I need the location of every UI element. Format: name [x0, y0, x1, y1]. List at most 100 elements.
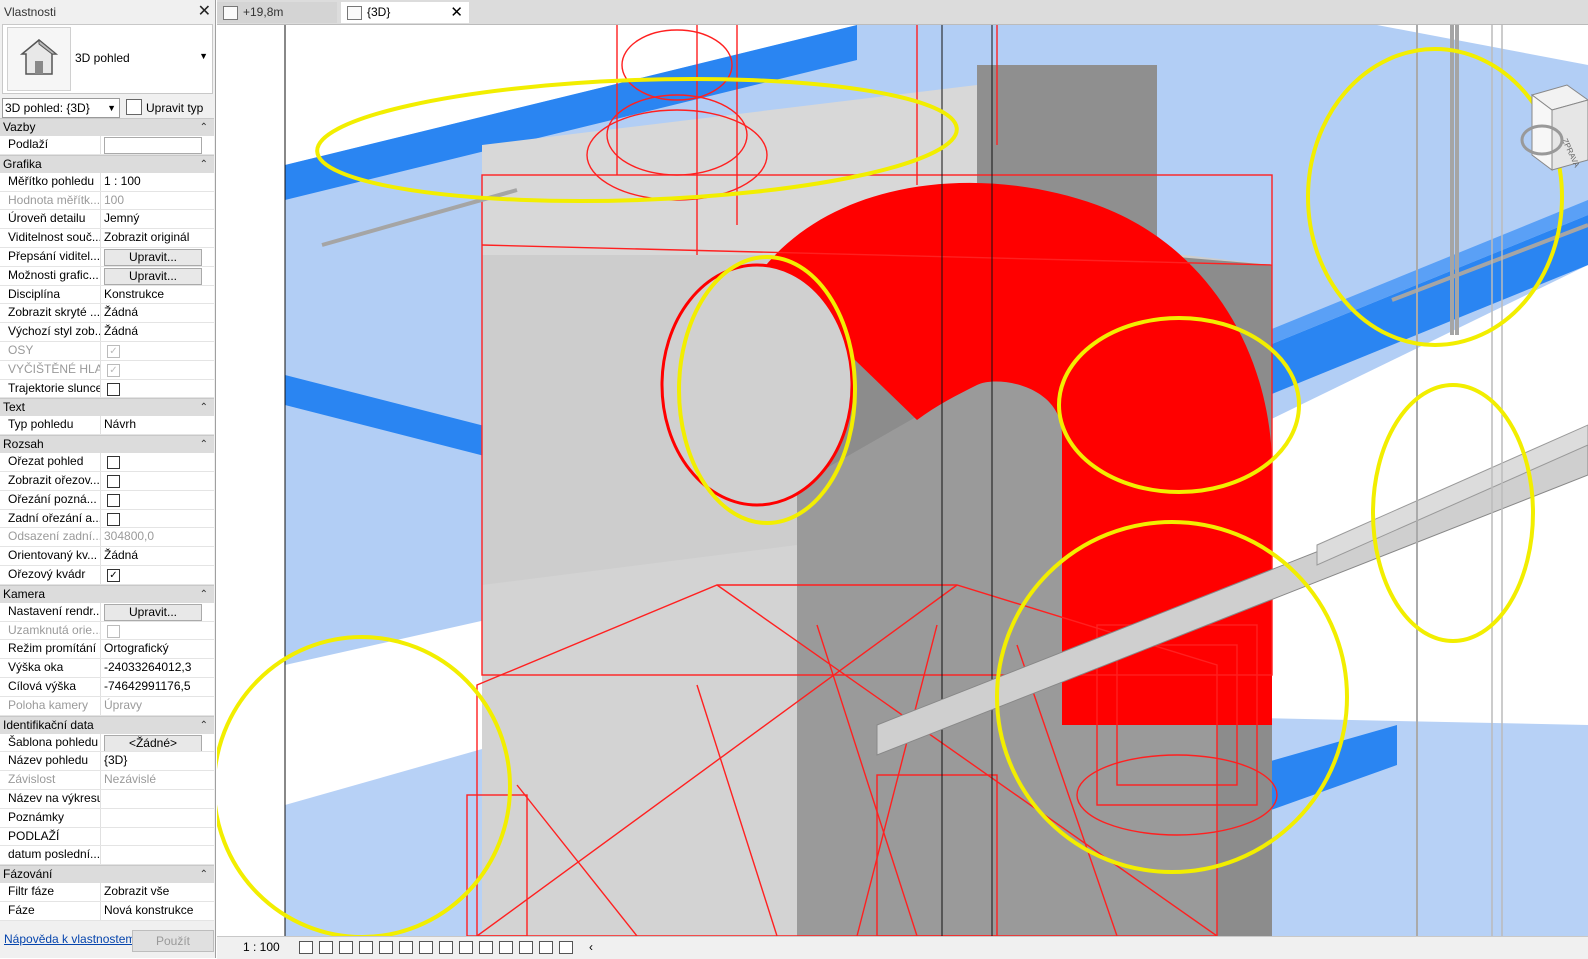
- section-header[interactable]: Grafika ⌃: [0, 154, 214, 173]
- property-name: Odsazení zadní...: [0, 528, 101, 547]
- section-header[interactable]: Text ⌃: [0, 398, 214, 417]
- property-name: Uzamknutá orie...: [0, 621, 101, 640]
- close-icon[interactable]: ✕: [450, 2, 463, 23]
- analytical-model-icon[interactable]: [539, 941, 553, 954]
- property-value[interactable]: Žádná: [101, 547, 214, 565]
- section-name: Rozsah: [3, 437, 44, 452]
- property-value[interactable]: [101, 453, 214, 471]
- checkbox[interactable]: [107, 493, 120, 507]
- property-value[interactable]: {3D}: [101, 752, 214, 770]
- property-name: Trajektorie slunce: [0, 379, 101, 398]
- checkbox[interactable]: [107, 474, 120, 488]
- property-value[interactable]: -74642991176,5: [101, 678, 214, 696]
- property-name: Ořezat pohled: [0, 453, 101, 471]
- collapse-icon: ⌃: [199, 869, 208, 881]
- property-value[interactable]: Zobrazit vše: [101, 883, 214, 901]
- text-field[interactable]: [104, 137, 202, 154]
- property-name: Cílová výška: [0, 677, 101, 696]
- property-row: Zobrazit ořezov...: [0, 471, 214, 491]
- help-link[interactable]: Nápověda k vlastnostem: [4, 932, 135, 946]
- property-value[interactable]: Žádná: [101, 323, 214, 341]
- view-scale[interactable]: 1 : 100: [243, 940, 280, 954]
- tab-3d-view[interactable]: {3D} ✕: [341, 2, 469, 23]
- property-row: Šablona pohledu <Žádné>: [0, 733, 214, 753]
- collapse-icon: ⌃: [199, 439, 208, 451]
- worksharing-icon[interactable]: [499, 941, 513, 954]
- property-value[interactable]: Jemný: [101, 210, 214, 228]
- property-value[interactable]: [101, 380, 214, 398]
- property-value[interactable]: 1 : 100: [101, 173, 214, 191]
- property-value[interactable]: Žádná: [101, 304, 214, 322]
- property-value[interactable]: [101, 491, 214, 509]
- apply-button[interactable]: Použít: [132, 930, 214, 952]
- property-value[interactable]: Upravit...: [101, 603, 214, 621]
- checkbox[interactable]: [107, 382, 120, 396]
- tab-floor-plan[interactable]: +19,8m: [217, 2, 337, 23]
- property-row: Název na výkresu: [0, 789, 214, 809]
- property-value[interactable]: Zobrazit originál: [101, 229, 214, 247]
- section-header[interactable]: Rozsah ⌃: [0, 435, 214, 454]
- section-header[interactable]: Fázování ⌃: [0, 865, 214, 884]
- property-value[interactable]: Konstrukce: [101, 286, 214, 304]
- view-control-bar: 1 : 100 ‹: [217, 936, 1588, 959]
- property-row: VYČIŠTĚNÉ HLA... ✓: [0, 360, 214, 380]
- close-icon[interactable]: ✕: [198, 0, 211, 24]
- property-value[interactable]: Ortografický: [101, 640, 214, 658]
- checkbox[interactable]: [107, 512, 120, 526]
- detail-level-icon[interactable]: [299, 941, 313, 954]
- edit-button[interactable]: Upravit...: [104, 248, 202, 266]
- reveal-hidden-icon[interactable]: [479, 941, 493, 954]
- property-value[interactable]: -24033264012,3: [101, 659, 214, 677]
- property-value[interactable]: [101, 136, 214, 154]
- property-name: Poloha kamery: [0, 696, 101, 715]
- checkbox[interactable]: [107, 456, 120, 470]
- edit-button[interactable]: Upravit...: [104, 603, 202, 621]
- property-value[interactable]: ✓: [101, 566, 214, 584]
- chevron-left-icon[interactable]: ‹: [589, 940, 593, 954]
- shadows-icon[interactable]: [359, 941, 373, 954]
- section-header[interactable]: Vazby ⌃: [0, 118, 214, 136]
- edit-button[interactable]: Upravit...: [104, 267, 202, 285]
- crop-view-icon[interactable]: [399, 941, 413, 954]
- property-value[interactable]: Nová konstrukce: [101, 902, 214, 920]
- property-row: Ořezový kvádr ✓: [0, 565, 214, 585]
- cable-tray-2: [1316, 424, 1588, 566]
- view-instance-select[interactable]: 3D pohled: {3D} ▼: [2, 98, 120, 118]
- property-row: Cílová výška -74642991176,5: [0, 677, 214, 697]
- property-value[interactable]: <Žádné>: [101, 734, 214, 752]
- lock-view-icon[interactable]: [439, 941, 453, 954]
- section-header[interactable]: Kamera ⌃: [0, 584, 214, 603]
- property-value[interactable]: Návrh: [101, 416, 214, 434]
- edit-type-button[interactable]: Upravit typ: [126, 98, 203, 118]
- property-value[interactable]: [101, 790, 214, 808]
- property-name: Možnosti grafic...: [0, 266, 101, 285]
- property-value[interactable]: [101, 846, 214, 864]
- property-value[interactable]: [101, 510, 214, 528]
- visual-style-icon[interactable]: [319, 941, 333, 954]
- show-crop-icon[interactable]: [419, 941, 433, 954]
- property-value[interactable]: Upravit...: [101, 267, 214, 285]
- property-value[interactable]: Upravit...: [101, 248, 214, 266]
- edit-button[interactable]: <Žádné>: [104, 734, 202, 752]
- property-name: OSY: [0, 341, 101, 360]
- highlight-displacement-icon[interactable]: [559, 941, 573, 954]
- property-value[interactable]: [101, 828, 214, 846]
- chevron-down-icon[interactable]: ▼: [199, 51, 208, 61]
- render-icon[interactable]: [379, 941, 393, 954]
- sun-path-icon[interactable]: [339, 941, 353, 954]
- checkbox[interactable]: ✓: [107, 568, 120, 582]
- type-selector[interactable]: 3D pohled ▼: [2, 24, 213, 94]
- 3d-viewport[interactable]: ZPRAVA: [217, 25, 1588, 936]
- property-name: Výchozí styl zob...: [0, 323, 101, 341]
- property-row: OSY ✓: [0, 341, 214, 361]
- property-name: Typ pohledu: [0, 416, 101, 435]
- hide-isolate-icon[interactable]: [459, 941, 473, 954]
- temporary-properties-icon[interactable]: [519, 941, 533, 954]
- property-value[interactable]: [101, 472, 214, 490]
- property-value: 100: [104, 192, 125, 207]
- property-row: Uzamknutá orie...: [0, 621, 214, 641]
- property-row: Možnosti grafic... Upravit...: [0, 266, 214, 286]
- chevron-down-icon: ▼: [107, 103, 116, 113]
- section-header[interactable]: Identifikační data ⌃: [0, 715, 214, 734]
- property-value[interactable]: [101, 809, 214, 827]
